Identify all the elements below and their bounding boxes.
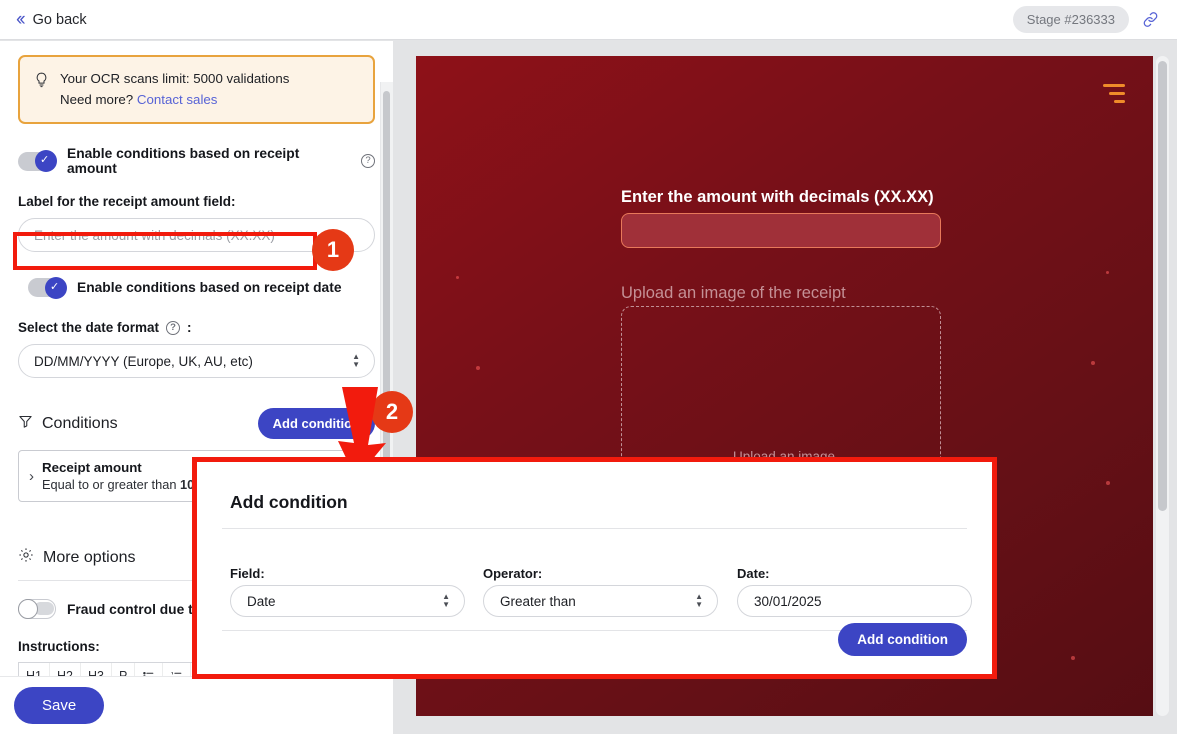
toggle-row-receipt-amount: ✓ Enable conditions based on receipt amo… bbox=[18, 146, 375, 176]
question-circle-icon[interactable]: ? bbox=[361, 154, 375, 169]
operator-select-value: Greater than bbox=[500, 593, 576, 609]
chevron-right-icon[interactable]: › bbox=[29, 468, 34, 485]
preview-upload-label: Upload an image of the receipt bbox=[621, 284, 846, 302]
filter-icon bbox=[18, 414, 33, 434]
decor-dot bbox=[456, 276, 459, 279]
link-icon[interactable] bbox=[1137, 7, 1163, 33]
check-icon: ✓ bbox=[40, 154, 50, 167]
date-caption: Date: bbox=[737, 566, 770, 581]
notice-line-1: Your OCR scans limit: 5000 validations bbox=[60, 71, 290, 86]
toggle-receipt-date-label: Enable conditions based on receipt date bbox=[77, 280, 342, 296]
field-caption: Field: bbox=[230, 566, 265, 581]
toggle-receipt-amount[interactable]: ✓ bbox=[18, 150, 57, 173]
preview-amount-input[interactable] bbox=[621, 213, 941, 248]
hamburger-menu-icon[interactable] bbox=[1103, 84, 1125, 108]
annotation-marker-2: 2 bbox=[371, 391, 413, 433]
decor-dot bbox=[1091, 361, 1095, 365]
chevron-updown-icon: ▲ ▼ bbox=[442, 592, 450, 609]
toggle-track bbox=[34, 602, 54, 616]
conditions-title: Conditions bbox=[42, 414, 118, 432]
notice-text-block: Your OCR scans limit: 5000 validations N… bbox=[60, 69, 289, 110]
top-bar: ‹‹ Go back Stage #236333 bbox=[0, 0, 1177, 40]
date-format-select[interactable]: DD/MM/YYYY (Europe, UK, AU, etc) ▲ ▼ bbox=[18, 344, 375, 379]
decor-dot bbox=[476, 366, 480, 370]
date-format-caption: Select the date format ? : bbox=[18, 320, 375, 335]
check-icon: ✓ bbox=[50, 280, 60, 293]
add-condition-button[interactable]: Add condition bbox=[257, 408, 375, 440]
date-format-caption-colon: : bbox=[187, 320, 192, 336]
lightbulb-icon bbox=[34, 71, 50, 110]
app-root: ‹‹ Go back Stage #236333 Your OCR scans … bbox=[0, 0, 1177, 734]
condition-operator-text: Equal to or greater than bbox=[42, 477, 177, 493]
contact-sales-link[interactable]: Contact sales bbox=[137, 92, 218, 107]
preview-scrollbar-thumb[interactable] bbox=[1158, 61, 1167, 511]
date-format-caption-text: Select the date format bbox=[18, 320, 160, 336]
amount-field-caption: Label for the receipt amount field: bbox=[18, 194, 236, 210]
conditions-header: Conditions Add condition bbox=[18, 408, 375, 440]
save-bar: Save bbox=[0, 676, 393, 734]
preview-amount-label: Enter the amount with decimals (XX.XX) bbox=[621, 188, 934, 206]
field-select-value: Date bbox=[247, 593, 276, 609]
annotation-marker-1: 1 bbox=[312, 229, 354, 271]
go-back-button[interactable]: ‹‹ Go back bbox=[16, 10, 87, 29]
modal-title: Add condition bbox=[230, 492, 348, 512]
modal-header-divider bbox=[222, 528, 967, 529]
date-format-value: DD/MM/YYYY (Europe, UK, AU, etc) bbox=[34, 353, 253, 369]
stage-badge: Stage #236333 bbox=[1012, 6, 1129, 33]
toggle-fraud-control[interactable] bbox=[18, 599, 56, 620]
decor-dot bbox=[1106, 481, 1110, 485]
operator-select[interactable]: Greater than ▲ ▼ bbox=[483, 585, 718, 617]
notice-line-2-prefix: Need more? bbox=[60, 91, 137, 107]
modal-add-condition-button[interactable]: Add condition bbox=[838, 623, 967, 656]
decor-dot bbox=[1106, 271, 1109, 274]
top-bar-right: Stage #236333 bbox=[1012, 6, 1163, 33]
notice-line-2: Need more? Contact sales bbox=[60, 90, 289, 111]
gear-icon bbox=[18, 547, 34, 568]
add-condition-modal: Add condition Field: Date ▲ ▼ Operator: G… bbox=[192, 457, 997, 679]
double-chevron-left-icon: ‹‹ bbox=[16, 9, 26, 30]
save-button[interactable]: Save bbox=[14, 687, 105, 724]
more-options-title: More options bbox=[43, 548, 136, 566]
question-circle-icon[interactable]: ? bbox=[166, 320, 181, 335]
modal-body: Add condition Field: Date ▲ ▼ Operator: G… bbox=[197, 462, 992, 674]
ocr-limit-notice: Your OCR scans limit: 5000 validations N… bbox=[18, 55, 375, 125]
chevron-updown-icon: ▲ ▼ bbox=[695, 592, 703, 609]
toggle-receipt-date[interactable]: ✓ bbox=[28, 276, 67, 299]
chevron-updown-icon: ▲ ▼ bbox=[352, 352, 360, 370]
operator-caption: Operator: bbox=[483, 566, 543, 581]
go-back-label: Go back bbox=[32, 11, 87, 28]
toggle-receipt-amount-label: Enable conditions based on receipt amoun… bbox=[67, 146, 300, 177]
date-input[interactable]: 30/01/2025 bbox=[737, 585, 972, 617]
field-select[interactable]: Date ▲ ▼ bbox=[230, 585, 465, 617]
decor-dot bbox=[1071, 656, 1075, 660]
toggle-row-receipt-date: ✓ Enable conditions based on receipt dat… bbox=[18, 276, 375, 299]
